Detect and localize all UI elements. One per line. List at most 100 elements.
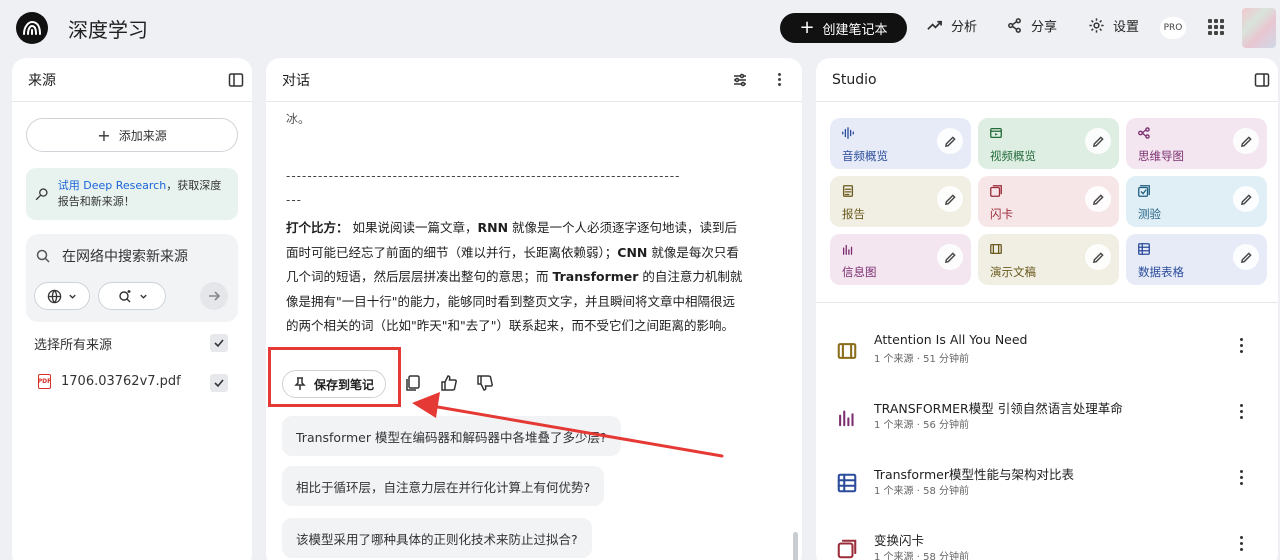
quiz-icon [1138,185,1150,197]
thumbs-down-icon[interactable] [476,374,494,392]
research-mode-dropdown[interactable] [98,282,166,310]
note-meta: 1 个来源 · 58 分钟前 [874,486,969,497]
note-more-icon[interactable] [1236,470,1246,490]
infographic-icon [839,410,854,427]
chat-title: 对话 [282,72,310,89]
edit-pencil-icon[interactable] [937,128,963,154]
quiz-icon [1137,184,1151,198]
studio-tile-6[interactable]: 测验 [1126,176,1267,227]
analyze-button[interactable]: 分析 [926,16,977,35]
share-button[interactable]: 分享 [1006,16,1057,35]
collapse-panel-icon[interactable] [228,72,244,88]
deep-research-link[interactable]: 试用 Deep Research [58,179,166,192]
edit-pencil-icon[interactable] [1085,128,1111,154]
edit-pencil-icon[interactable] [1233,128,1259,154]
note-more-icon[interactable] [1236,404,1246,424]
copy-icon[interactable] [404,374,422,392]
studio-tile-5[interactable]: 闪卡 [978,176,1119,227]
studio-tile-7[interactable]: 信息图 [830,234,971,285]
thumbs-up-icon[interactable] [440,374,458,392]
analyze-label: 分析 [951,20,978,35]
note-more-icon[interactable] [1236,536,1246,556]
create-notebook-label: 创建笔记本 [822,22,888,38]
flashcard-icon [836,538,858,559]
settings-button[interactable]: 设置 [1088,16,1139,35]
collapse-panel-icon[interactable] [1254,72,1270,88]
annotation-highlight-box [268,347,401,407]
sources-title: 来源 [28,72,56,89]
studio-tile-9[interactable]: 数据表格 [1126,234,1267,285]
studio-panel: Studio 音频概览 视频概览 思维导图报告 闪卡 测验信息图 演示文稿 数据表格 Att… [816,58,1278,560]
studio-tile-8[interactable]: 演示文稿 [978,234,1119,285]
avatar[interactable] [1242,8,1276,48]
studio-tile-label: 测验 [1138,207,1161,221]
studio-note-item[interactable]: TRANSFORMER模型 引领自然语言处理革命 1 个来源 · 56 分钟前 [836,396,1266,436]
studio-tile-3[interactable]: 思维导图 [1126,118,1267,169]
studio-tile-4[interactable]: 报告 [830,176,971,227]
chat-scrollbar[interactable] [793,532,798,560]
suggested-question-1[interactable]: Transformer 模型在编码器和解码器中各堆叠了多少层? [282,416,621,456]
studio-header: Studio [816,58,1278,102]
search-input[interactable]: 在网络中搜索新来源 [62,246,188,266]
add-source-label: 添加来源 [118,128,167,143]
notebook-logo-icon[interactable] [16,12,48,44]
studio-tile-1[interactable]: 音频概览 [830,118,971,169]
studio-tile-label: 视频概览 [990,149,1036,163]
pro-badge: PRO [1160,17,1186,39]
infographic-icon [842,244,853,255]
mind-map-icon [1138,127,1150,139]
table-icon [1137,242,1151,256]
edit-pencil-icon[interactable] [1085,244,1111,270]
suggested-question-3[interactable]: 该模型采用了哪种具体的正则化技术来防止过拟合? [282,518,592,558]
edit-pencil-icon[interactable] [937,244,963,270]
suggested-question-2[interactable]: 相比于循环层，自注意力层在并行化计算上有何优势? [282,466,605,506]
note-title: Attention Is All You Need [874,332,1028,347]
studio-tile-label: 演示文稿 [990,265,1036,279]
edit-pencil-icon[interactable] [1233,186,1259,212]
note-meta: 1 个来源 · 56 分钟前 [874,420,969,431]
tune-settings-icon[interactable] [732,72,748,88]
studio-note-item[interactable]: Transformer模型性能与架构对比表 1 个来源 · 58 分钟前 [836,462,1266,502]
report-icon [842,185,854,197]
note-title: 变换闪卡 [874,533,925,548]
flashcard-icon [989,184,1003,198]
edit-pencil-icon[interactable] [1233,244,1259,270]
deep-research-promo[interactable]: 试用 Deep Research，获取深度报告和新来源！ [26,168,238,220]
note-title: TRANSFORMER模型 引领自然语言处理革命 [874,401,1123,416]
globe-icon [47,289,62,303]
studio-tile-label: 音频概览 [842,149,888,163]
top-bar: 深度学习 + 创建笔记本 分析 分享 设置 PRO [0,0,1280,56]
studio-tile-label: 数据表格 [1138,265,1184,279]
submit-search-button[interactable] [200,282,228,310]
studio-tile-label: 闪卡 [990,207,1013,221]
chevron-down-icon [139,294,147,299]
studio-note-item[interactable]: Attention Is All You Need 1 个来源 · 51 分钟前 [836,330,1266,370]
infographic-icon [841,242,855,256]
note-title: Transformer模型性能与架构对比表 [874,467,1075,482]
source-file-item[interactable]: PDF 1706.03762v7.pdf [38,374,181,389]
source-file-checkbox[interactable] [210,374,228,392]
mind-map-icon [1137,126,1151,140]
web-search-box: 在网络中搜索新来源 [26,234,238,322]
deep-research-text: 试用 Deep Research，获取深度报告和新来源！ [57,179,222,208]
message-fragment: 冰。 [286,112,311,126]
audio-waveform-icon [842,127,854,139]
note-meta: 1 个来源 · 51 分钟前 [874,354,969,365]
apps-grid-icon[interactable] [1208,19,1224,35]
web-source-dropdown[interactable] [34,282,90,310]
studio-note-item[interactable]: 变换闪卡 1 个来源 · 58 分钟前 [836,528,1266,560]
studio-tile-2[interactable]: 视频概览 [978,118,1119,169]
create-notebook-button[interactable]: + 创建笔记本 [780,13,907,43]
table-icon [836,472,858,493]
chat-more-icon[interactable] [774,73,784,86]
notebook-title[interactable]: 深度学习 [68,14,148,43]
edit-pencil-icon[interactable] [937,186,963,212]
add-source-button[interactable]: + 添加来源 [26,118,238,152]
slides-icon [990,243,1002,255]
sources-panel: 来源 + 添加来源 试用 Deep Research，获取深度报告和新来源！ 在… [12,58,252,560]
table-icon [837,473,857,493]
edit-pencil-icon[interactable] [1085,186,1111,212]
studio-tile-label: 报告 [842,207,865,221]
note-more-icon[interactable] [1236,338,1246,358]
select-all-checkbox[interactable] [210,334,228,352]
